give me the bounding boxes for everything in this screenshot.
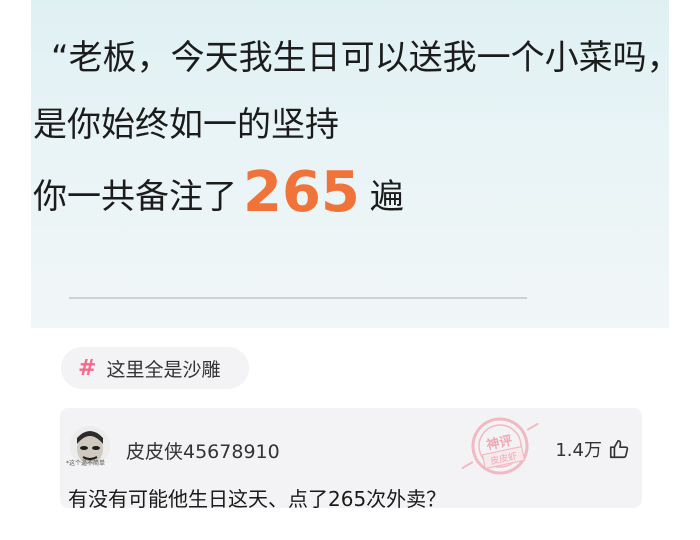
top-comment: *这个逼不简单 皮皮侠45678910 神评 皮皮虾 1.4万 有没有可能他生日… [60, 408, 642, 511]
quote-line-2: 是你始终如一的坚持 [33, 105, 339, 145]
hashtag-icon: # [78, 355, 97, 381]
topic-tag[interactable]: # 这里全是沙雕 [61, 347, 249, 389]
note-count: 265 [243, 160, 360, 225]
comment-text: 有没有可能他生日这天、点了265次外卖？ [68, 487, 447, 511]
username[interactable]: 皮皮侠45678910 [126, 437, 280, 464]
quote-line-3-prefix: 你一共备注了 [33, 176, 237, 217]
post-image[interactable]: “老板，今天我生日可以送我一个小菜吗， 是你始终如一的坚持 你一共备注了 265… [31, 0, 669, 328]
quote-line-3: 你一共备注了 265 遍 [33, 163, 404, 223]
thumbs-up-icon [609, 439, 629, 459]
divider-line [69, 297, 527, 299]
quote-line-3-suffix: 遍 [369, 176, 404, 217]
avatar-caption: *这个逼不简单 [66, 460, 106, 467]
topic-tag-label: 这里全是沙雕 [106, 358, 221, 381]
divine-comment-stamp-icon: 神评 皮皮虾 [461, 417, 539, 475]
quote-line-1: “老板，今天我生日可以送我一个小菜吗， [51, 38, 669, 78]
like-count: 1.4万 [555, 440, 602, 461]
like-button[interactable]: 1.4万 [555, 436, 630, 462]
